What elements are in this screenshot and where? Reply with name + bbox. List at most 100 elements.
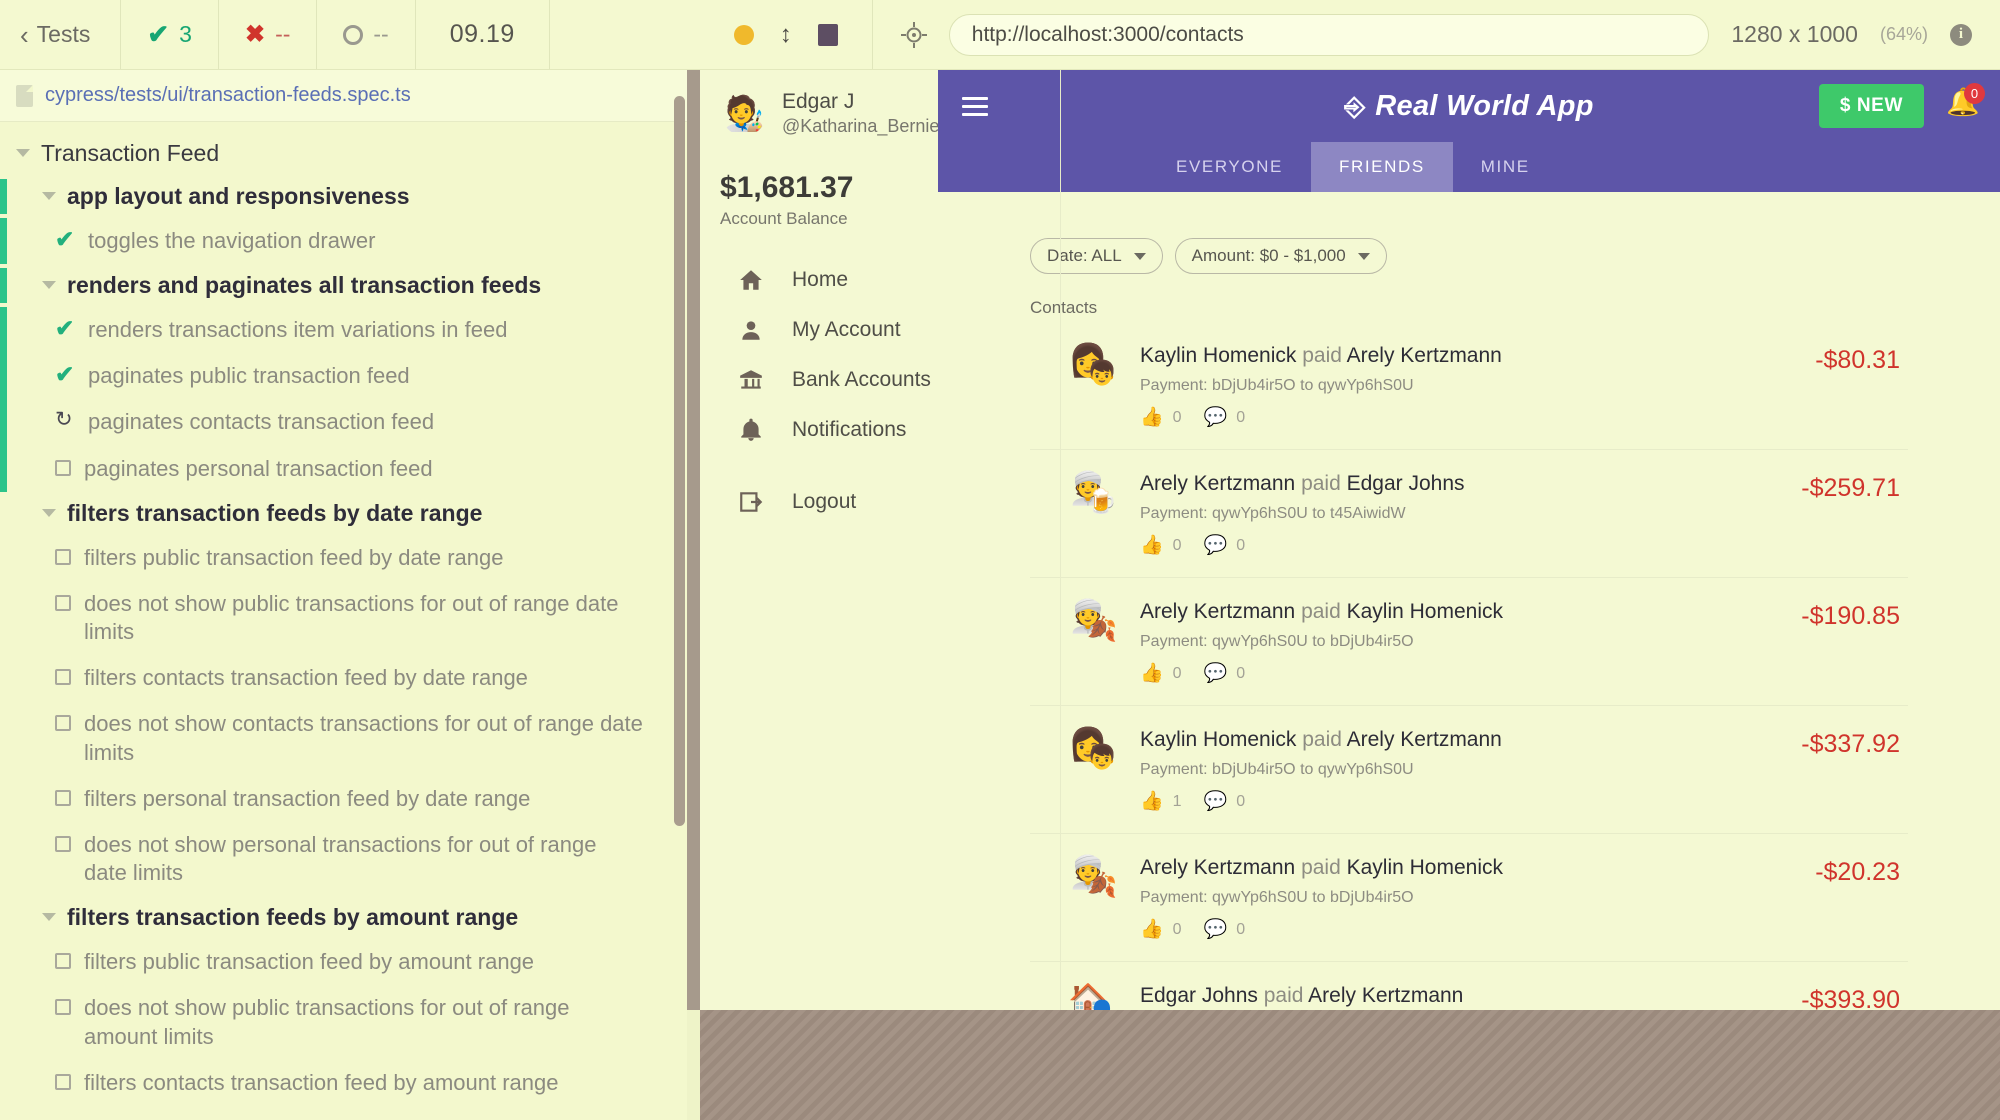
test-tree: Transaction Feed app layout and responsiv…: [0, 122, 687, 1120]
drawer-nav: Home My Account Bank Accounts Notifications…: [700, 229, 938, 527]
nav-item-home[interactable]: Home: [700, 255, 938, 305]
suite-root[interactable]: Transaction Feed: [0, 132, 687, 175]
stop-square-icon[interactable]: [817, 23, 838, 46]
info-icon[interactable]: i: [1950, 23, 1972, 46]
empty-checkbox-icon: [55, 715, 71, 732]
hamburger-menu-icon[interactable]: [962, 96, 988, 116]
new-transaction-button[interactable]: $ NEW: [1818, 84, 1924, 128]
pending-tests-stat: --: [317, 0, 416, 69]
filter-chip-0[interactable]: Date: ALL: [1030, 238, 1163, 274]
test-item-0-0[interactable]: ✔ toggles the navigation drawer: [0, 218, 687, 264]
transaction-row[interactable]: 👳 🍂 Arely Kertzmann paid Kaylin Homenick Pa…: [1030, 834, 1908, 962]
spec-panel-scrollbar[interactable]: [674, 96, 685, 826]
panel-divider[interactable]: [687, 70, 700, 1120]
transaction-receiver[interactable]: Edgar Johns: [1347, 472, 1465, 495]
real-world-app-logo-icon: ⎆: [1344, 90, 1366, 121]
tab-label: MINE: [1480, 157, 1530, 176]
transaction-receiver[interactable]: Kaylin Homenick: [1347, 600, 1503, 623]
transaction-sender[interactable]: Arely Kertzmann: [1140, 856, 1295, 879]
transaction-body: Arely Kertzmann paid Kaylin Homenick Paym…: [1140, 600, 1777, 683]
comment-icon[interactable]: 💬: [1204, 536, 1228, 555]
test-item-3-3[interactable]: does not show contacts transactions for …: [0, 1106, 687, 1120]
tab-label: EVERYONE: [1176, 157, 1283, 176]
avatar-secondary-icon: 👦: [1087, 360, 1117, 387]
comment-icon[interactable]: 💬: [1204, 408, 1228, 427]
pending-count: --: [373, 21, 389, 47]
transaction-title: Kaylin Homenick paid Arely Kertzmann: [1140, 344, 1791, 368]
test-label: does not show public transactions for ou…: [84, 995, 570, 1049]
run-progress-bar: [0, 218, 7, 265]
nav-item-bank-accounts[interactable]: Bank Accounts: [700, 355, 938, 405]
transaction-body: Arely Kertzmann paid Kaylin Homenick Paym…: [1140, 856, 1791, 939]
transaction-row[interactable]: 👩 👦 Kaylin Homenick paid Arely Kertzmann Pa…: [1030, 706, 1908, 834]
transaction-sender[interactable]: Kaylin Homenick: [1140, 728, 1296, 751]
tab-mine[interactable]: MINE: [1453, 142, 1558, 192]
amber-dot-icon[interactable]: [733, 24, 754, 45]
filter-chip-label: Date: ALL: [1047, 246, 1122, 265]
transaction-row[interactable]: 👳 🍂 Arely Kertzmann paid Kaylin Homenick Pa…: [1030, 578, 1908, 706]
spec-header[interactable]: cypress/tests/ui/transaction-feeds.spec.…: [0, 70, 687, 122]
test-item-3-2[interactable]: filters contacts transaction feed by amo…: [0, 1060, 687, 1106]
app-viewport: 🧑‍🎨 Edgar J @Katharina_Bernier $1,681.37…: [700, 70, 2000, 1120]
check-icon: ✔: [55, 226, 75, 252]
test-item-2-3[interactable]: does not show contacts transactions for …: [0, 701, 687, 775]
comment-count: 0: [1236, 792, 1246, 810]
thumbs-up-icon[interactable]: 👍: [1140, 792, 1164, 811]
up-down-arrow-icon[interactable]: ↕: [780, 22, 792, 47]
filter-chip-1[interactable]: Amount: $0 - $1,000: [1174, 238, 1387, 274]
drawer-user[interactable]: 🧑‍🎨 Edgar J @Katharina_Bernier: [700, 84, 946, 137]
test-item-2-0[interactable]: filters public transaction feed by date …: [0, 535, 687, 581]
test-item-2-4[interactable]: filters personal transaction feed by dat…: [0, 776, 687, 822]
empty-checkbox-icon: [55, 459, 71, 476]
failed-count: --: [275, 21, 291, 47]
transaction-verb: paid: [1257, 984, 1309, 1007]
transaction-sender[interactable]: Arely Kertzmann: [1140, 600, 1295, 623]
transaction-receiver[interactable]: Arely Kertzmann: [1308, 984, 1463, 1007]
transaction-row[interactable]: 👩 👦 Kaylin Homenick paid Arely Kertzmann Pa…: [1030, 322, 1908, 450]
suite-0[interactable]: app layout and responsiveness: [0, 175, 410, 218]
transaction-receiver[interactable]: Arely Kertzmann: [1347, 344, 1502, 367]
thumbs-up-icon[interactable]: 👍: [1140, 920, 1164, 939]
thumbs-up-icon[interactable]: 👍: [1140, 408, 1164, 427]
suite-2[interactable]: filters transaction feeds by date range: [0, 492, 482, 535]
comment-icon[interactable]: 💬: [1204, 920, 1228, 939]
nav-item-notifications[interactable]: Notifications: [700, 405, 938, 455]
notifications-button[interactable]: 🔔 0: [1946, 83, 1985, 123]
url-input[interactable]: [948, 13, 1710, 56]
transaction-sender[interactable]: Kaylin Homenick: [1140, 344, 1296, 367]
nav-item-logout[interactable]: Logout: [700, 477, 938, 527]
transaction-sender[interactable]: Edgar Johns: [1140, 984, 1258, 1007]
transaction-title: Arely Kertzmann paid Edgar Johns: [1140, 472, 1777, 496]
transaction-receiver[interactable]: Arely Kertzmann: [1347, 728, 1502, 751]
test-item-1-2[interactable]: ↻ paginates contacts transaction feed: [0, 399, 687, 445]
test-item-2-5[interactable]: does not show personal transactions for …: [0, 822, 687, 896]
suite-group: filters transaction feeds by amount rang…: [0, 896, 687, 939]
comment-icon[interactable]: 💬: [1204, 664, 1228, 683]
chevron-down-icon: [16, 149, 30, 157]
test-item-2-2[interactable]: filters contacts transaction feed by dat…: [0, 655, 687, 701]
crosshair-icon[interactable]: [900, 21, 927, 48]
empty-checkbox-icon: [55, 835, 71, 852]
suite-label: app layout and responsiveness: [67, 183, 410, 209]
suite-3[interactable]: filters transaction feeds by amount rang…: [0, 896, 518, 939]
transaction-sender[interactable]: Arely Kertzmann: [1140, 472, 1295, 495]
thumbs-up-icon[interactable]: 👍: [1140, 536, 1164, 555]
test-item-3-0[interactable]: filters public transaction feed by amoun…: [0, 939, 687, 985]
empty-checkbox-icon: [55, 999, 71, 1016]
test-item-1-1[interactable]: ✔ paginates public transaction feed: [0, 353, 687, 399]
test-item-2-1[interactable]: does not show public transactions for ou…: [0, 581, 687, 655]
run-timer: 09.19: [416, 0, 550, 69]
tab-everyone[interactable]: EVERYONE: [1148, 142, 1311, 192]
nav-item-my-account[interactable]: My Account: [700, 305, 938, 355]
back-to-tests-button[interactable]: ‹ Tests: [0, 0, 122, 69]
test-item-3-1[interactable]: does not show public transactions for ou…: [0, 985, 687, 1059]
transaction-row[interactable]: 👳 🍺 Arely Kertzmann paid Edgar Johns Paymen…: [1030, 450, 1908, 578]
test-item-1-3[interactable]: paginates personal transaction feed: [0, 446, 687, 492]
account-balance-amount: $1,681.37: [720, 171, 854, 204]
comment-icon[interactable]: 💬: [1204, 792, 1228, 811]
suite-1[interactable]: renders and paginates all transaction fe…: [0, 264, 541, 307]
thumbs-up-icon[interactable]: 👍: [1140, 664, 1164, 683]
test-item-1-0[interactable]: ✔ renders transactions item variations in…: [0, 307, 687, 353]
tab-friends[interactable]: FRIENDS: [1310, 142, 1453, 192]
transaction-receiver[interactable]: Kaylin Homenick: [1347, 856, 1503, 879]
